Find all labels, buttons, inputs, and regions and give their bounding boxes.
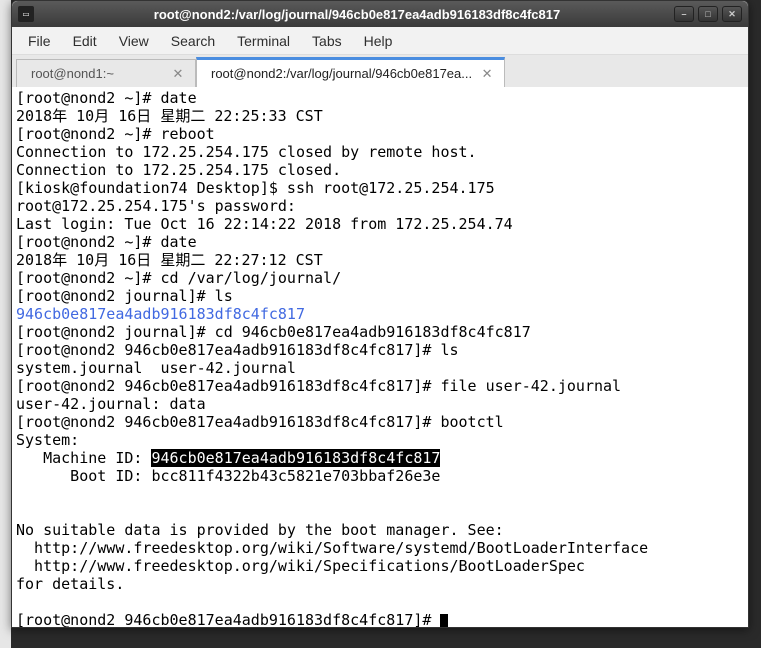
menu-terminal[interactable]: Terminal: [227, 29, 300, 53]
minimize-button[interactable]: –: [674, 6, 694, 22]
term-line: http://www.freedesktop.org/wiki/Specific…: [16, 557, 585, 575]
tab-label: root@nond2:/var/log/journal/946cb0e817ea…: [211, 66, 472, 81]
term-line: [root@nond2 ~]# reboot: [16, 125, 215, 143]
terminal-window: ▭ root@nond2:/var/log/journal/946cb0e817…: [11, 0, 749, 628]
tabbar: root@nond1:~ ✕ root@nond2:/var/log/journ…: [12, 55, 748, 87]
menu-help[interactable]: Help: [354, 29, 403, 53]
term-line: [root@nond2 journal]# ls: [16, 287, 233, 305]
term-line: [root@nond2 946cb0e817ea4adb916183df8c4f…: [16, 377, 621, 395]
tab-label: root@nond1:~: [31, 66, 163, 81]
menu-edit[interactable]: Edit: [63, 29, 107, 53]
term-line: Connection to 172.25.254.175 closed by r…: [16, 143, 477, 161]
term-line: Machine ID:: [16, 449, 151, 467]
window-title: root@nond2:/var/log/journal/946cb0e817ea…: [40, 7, 674, 22]
term-line: [root@nond2 ~]# date: [16, 89, 197, 107]
term-line: [root@nond2 946cb0e817ea4adb916183df8c4f…: [16, 341, 459, 359]
directory-link: 946cb0e817ea4adb916183df8c4fc817: [16, 305, 305, 323]
menubar: File Edit View Search Terminal Tabs Help: [12, 27, 748, 55]
term-line: Last login: Tue Oct 16 22:14:22 2018 fro…: [16, 215, 513, 233]
app-icon: ▭: [18, 6, 34, 22]
term-line: System:: [16, 431, 79, 449]
close-icon[interactable]: ✕: [171, 67, 185, 81]
prompt-line: [root@nond2 946cb0e817ea4adb916183df8c4f…: [16, 611, 440, 627]
term-line: system.journal user-42.journal: [16, 359, 296, 377]
menu-view[interactable]: View: [109, 29, 159, 53]
term-line: Boot ID: bcc811f4322b43c5821e703bbaf26e3…: [16, 467, 440, 485]
term-line: http://www.freedesktop.org/wiki/Software…: [16, 539, 648, 557]
machine-id-highlight: 946cb0e817ea4adb916183df8c4fc817: [151, 449, 440, 467]
close-button[interactable]: ✕: [722, 6, 742, 22]
menu-tabs[interactable]: Tabs: [302, 29, 352, 53]
term-line: Connection to 172.25.254.175 closed.: [16, 161, 341, 179]
tab-nond1[interactable]: root@nond1:~ ✕: [16, 59, 196, 87]
window-titlebar[interactable]: ▭ root@nond2:/var/log/journal/946cb0e817…: [12, 1, 748, 27]
close-icon[interactable]: ✕: [480, 67, 494, 81]
term-line: root@172.25.254.175's password:: [16, 197, 305, 215]
term-line: 2018年 10月 16日 星期二 22:25:33 CST: [16, 107, 323, 125]
term-line: for details.: [16, 575, 124, 593]
term-line: [root@nond2 journal]# cd 946cb0e817ea4ad…: [16, 323, 531, 341]
terminal-output[interactable]: [root@nond2 ~]# date 2018年 10月 16日 星期二 2…: [12, 87, 748, 627]
term-line: [root@nond2 946cb0e817ea4adb916183df8c4f…: [16, 413, 504, 431]
term-line: [root@nond2 ~]# cd /var/log/journal/: [16, 269, 341, 287]
maximize-button[interactable]: □: [698, 6, 718, 22]
background-fragment: [0, 0, 11, 648]
term-line: No suitable data is provided by the boot…: [16, 521, 504, 539]
menu-search[interactable]: Search: [161, 29, 225, 53]
window-controls: – □ ✕: [674, 6, 742, 22]
cursor-icon: [440, 614, 448, 627]
term-line: 2018年 10月 16日 星期二 22:27:12 CST: [16, 251, 323, 269]
term-line: [kiosk@foundation74 Desktop]$ ssh root@1…: [16, 179, 495, 197]
tab-nond2-journal[interactable]: root@nond2:/var/log/journal/946cb0e817ea…: [196, 57, 505, 87]
term-line: [root@nond2 ~]# date: [16, 233, 197, 251]
term-line: user-42.journal: data: [16, 395, 206, 413]
menu-file[interactable]: File: [18, 29, 61, 53]
